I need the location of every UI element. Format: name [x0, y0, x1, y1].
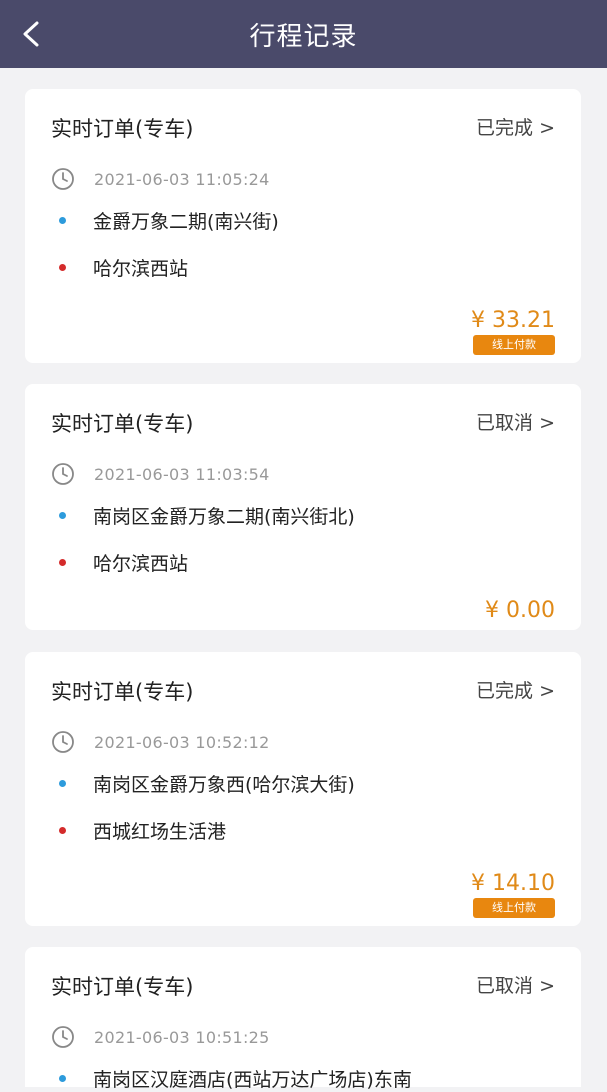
start-location-row: 南岗区金爵万象西(哈尔滨大街) [59, 770, 355, 797]
trip-time: 2021-06-03 10:51:25 [94, 1027, 270, 1047]
end-location: 哈尔滨西站 [93, 553, 189, 575]
end-location-row: 西城红场生活港 [59, 817, 226, 844]
trip-title: 实时订单(专车) [51, 412, 194, 436]
clock-icon [52, 1026, 74, 1048]
start-dot-icon [59, 780, 66, 787]
trip-price: ¥ 14.10 [471, 871, 555, 896]
start-location-row: 金爵万象二期(南兴街) [59, 207, 279, 234]
trip-status-link[interactable]: 已完成 > [476, 113, 555, 140]
start-location: 南岗区金爵万象西(哈尔滨大街) [93, 774, 355, 796]
end-location-row: 哈尔滨西站 [59, 254, 188, 281]
trip-status-link[interactable]: 已完成 > [476, 676, 555, 703]
clock-icon [52, 463, 74, 485]
pay-badge: 线上付款 [473, 898, 555, 918]
start-location-row: 南岗区金爵万象二期(南兴街北) [59, 502, 355, 529]
trip-card[interactable]: 实时订单(专车) 已完成 > 2021-06-03 10:52:12 南岗区金爵… [25, 652, 581, 926]
pay-badge: 线上付款 [473, 335, 555, 355]
trip-time-row: 2021-06-03 10:52:12 [51, 730, 270, 754]
start-dot-icon [59, 1075, 66, 1082]
end-location-row: 哈尔滨西站 [59, 549, 188, 576]
chevron-left-icon [20, 19, 42, 49]
start-location: 金爵万象二期(南兴街) [93, 211, 279, 233]
trip-title: 实时订单(专车) [51, 680, 194, 704]
start-location: 南岗区汉庭酒店(西站万达广场店)东南 [93, 1069, 412, 1091]
clock-icon [52, 731, 74, 753]
back-button[interactable] [20, 14, 60, 54]
trip-time: 2021-06-03 11:05:24 [94, 169, 270, 189]
trip-time: 2021-06-03 10:52:12 [94, 732, 270, 752]
trip-price: ¥ 0.00 [485, 598, 555, 623]
clock-icon [52, 168, 74, 190]
start-dot-icon [59, 217, 66, 224]
end-location: 哈尔滨西站 [93, 258, 189, 280]
trip-time: 2021-06-03 11:03:54 [94, 464, 270, 484]
start-dot-icon [59, 512, 66, 519]
end-dot-icon [59, 827, 66, 834]
trip-status-link[interactable]: 已取消 > [476, 408, 555, 435]
trip-card[interactable]: 实时订单(专车) 已取消 > 2021-06-03 10:51:25 南岗区汉庭… [25, 947, 581, 1091]
end-dot-icon [59, 264, 66, 271]
trip-status-link[interactable]: 已取消 > [476, 971, 555, 998]
start-location: 南岗区金爵万象二期(南兴街北) [93, 506, 355, 528]
trip-time-row: 2021-06-03 10:51:25 [51, 1025, 270, 1049]
trip-time-row: 2021-06-03 11:05:24 [51, 167, 270, 191]
trip-title: 实时订单(专车) [51, 975, 194, 999]
trip-price: ¥ 33.21 [471, 308, 555, 333]
start-location-row: 南岗区汉庭酒店(西站万达广场店)东南 [59, 1065, 412, 1092]
top-bar: 行程记录 [0, 0, 607, 68]
end-dot-icon [59, 559, 66, 566]
trip-card[interactable]: 实时订单(专车) 已取消 > 2021-06-03 11:03:54 南岗区金爵… [25, 384, 581, 630]
end-location: 西城红场生活港 [93, 821, 227, 843]
trip-time-row: 2021-06-03 11:03:54 [51, 462, 270, 486]
trip-title: 实时订单(专车) [51, 117, 194, 141]
page-title: 行程记录 [249, 21, 358, 52]
trip-card[interactable]: 实时订单(专车) 已完成 > 2021-06-03 11:05:24 金爵万象二… [25, 89, 581, 363]
